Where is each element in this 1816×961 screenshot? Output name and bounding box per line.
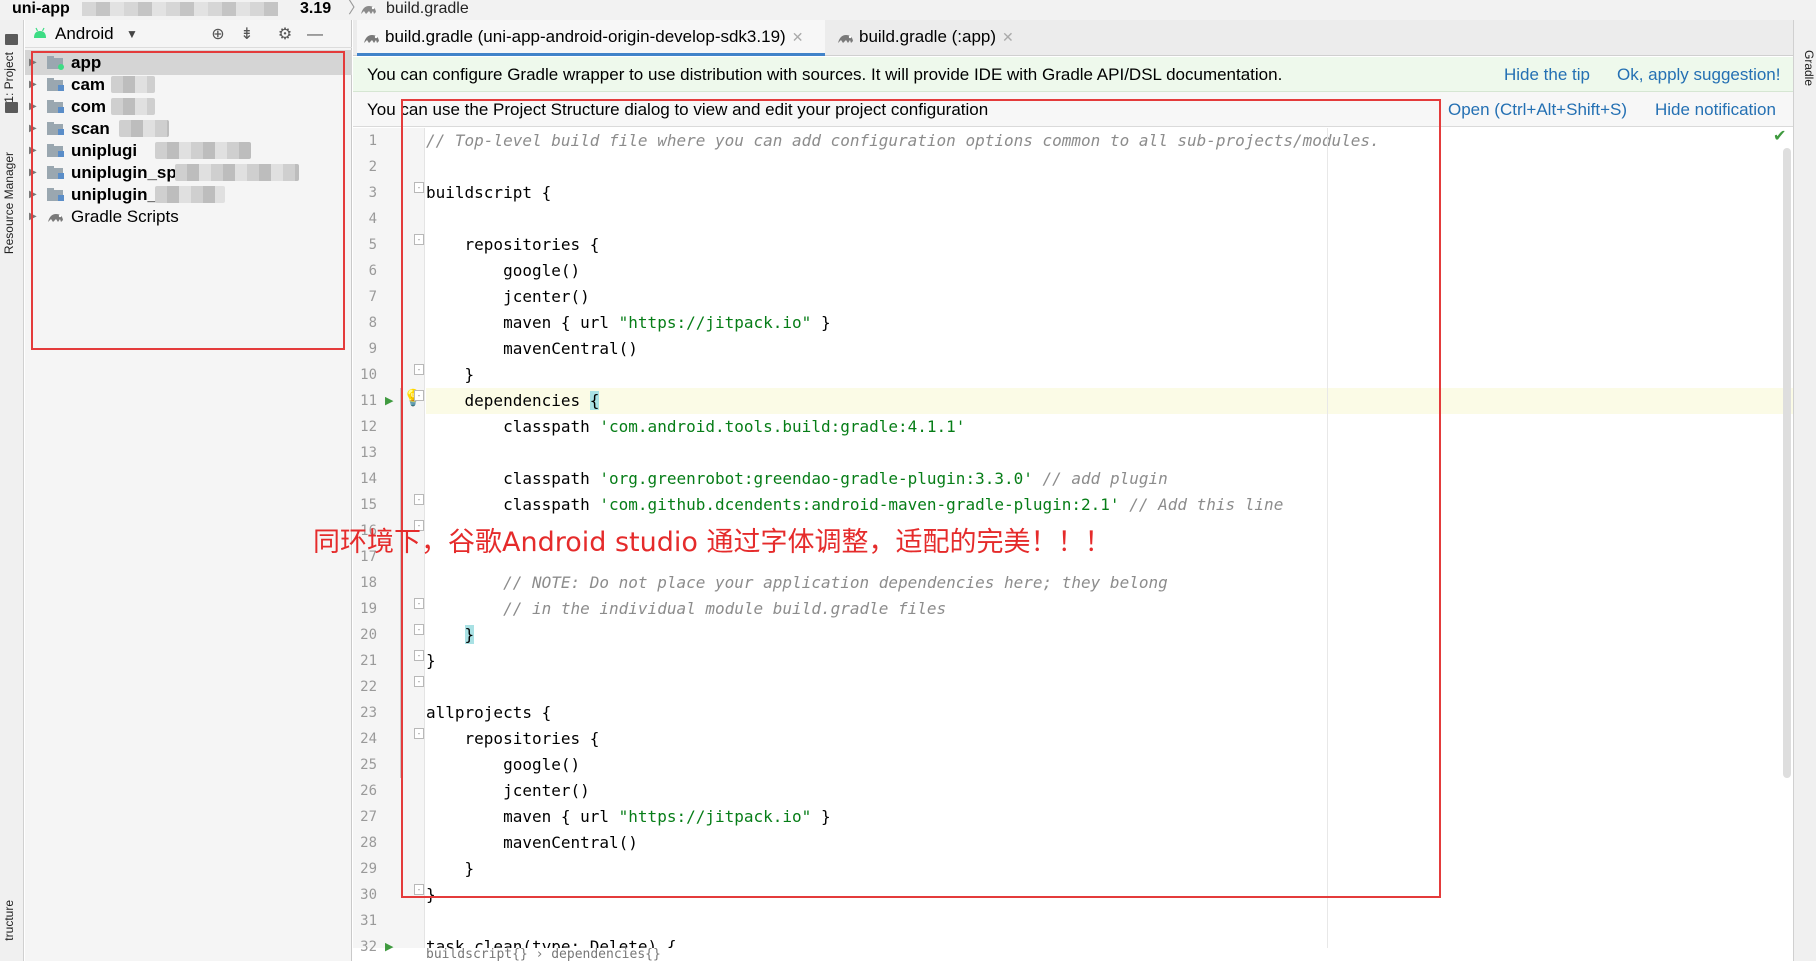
project-tool-tab[interactable]: 1: Project: [2, 52, 22, 103]
run-gutter-icon[interactable]: ▶: [385, 940, 393, 953]
folder-icon: [5, 102, 18, 113]
tab-build-gradle-app[interactable]: build.gradle (:app) ✕: [831, 20, 1043, 56]
line-number: 2: [368, 159, 377, 175]
line-number: 11: [360, 393, 377, 409]
annotation-box-code: [401, 99, 1441, 898]
check-icon: ✔: [1773, 128, 1787, 145]
line-number: 13: [360, 445, 377, 461]
project-toolbar: Android ▼ ⊕ ⇟ ⚙ —: [25, 20, 352, 48]
apply-suggestion-link[interactable]: Ok, apply suggestion!: [1617, 57, 1780, 92]
pixelated-redaction: [82, 2, 278, 16]
line-number: 31: [360, 913, 377, 929]
tab-label: build.gradle (:app): [859, 27, 997, 46]
code-line: task clean(type: Delete) {: [426, 937, 677, 948]
notification-text: You can configure Gradle wrapper to use …: [367, 65, 1283, 84]
tab-label: build.gradle (uni-app-android-origin-dev…: [385, 27, 786, 46]
gradle-icon: [364, 35, 379, 43]
chevron-down-icon[interactable]: ▼: [126, 27, 138, 41]
android-icon: [34, 27, 46, 38]
run-gutter-icon[interactable]: ▶: [385, 394, 393, 407]
locate-file-icon[interactable]: ⊕: [210, 27, 226, 43]
folder-icon: [5, 34, 18, 45]
hide-panel-icon[interactable]: —: [307, 27, 323, 43]
open-project-structure-link[interactable]: Open (Ctrl+Alt+Shift+S): [1448, 92, 1627, 127]
line-number: 25: [360, 757, 377, 773]
line-number: 12: [360, 419, 377, 435]
breadcrumb-version: 3.19: [300, 0, 332, 17]
line-number: 7: [368, 289, 377, 305]
code-breadcrumb[interactable]: buildscript{} › dependencies{}: [426, 948, 1326, 961]
line-number: 14: [360, 471, 377, 487]
line-number: 6: [368, 263, 377, 279]
close-icon[interactable]: ✕: [792, 29, 804, 45]
line-number: 30: [360, 887, 377, 903]
line-number: 15: [360, 497, 377, 513]
close-icon[interactable]: ✕: [1002, 29, 1014, 45]
line-number: 9: [368, 341, 377, 357]
annotation-box-project-tree: [31, 51, 345, 350]
line-number: 3: [368, 185, 377, 201]
line-number: 28: [360, 835, 377, 851]
line-number: 20: [360, 627, 377, 643]
right-tool-strip: Gradle: [1793, 20, 1816, 961]
line-number: 1: [368, 133, 377, 149]
line-number: 19: [360, 601, 377, 617]
line-number: 23: [360, 705, 377, 721]
hide-tip-link[interactable]: Hide the tip: [1504, 57, 1590, 92]
tab-build-gradle-project[interactable]: build.gradle (uni-app-android-origin-dev…: [357, 20, 825, 56]
vertical-scrollbar[interactable]: [1783, 148, 1791, 778]
breadcrumb-file[interactable]: build.gradle: [386, 0, 469, 18]
line-number: 8: [368, 315, 377, 331]
line-number: 10: [360, 367, 377, 383]
line-number: 32: [360, 939, 377, 955]
breadcrumb-project[interactable]: uni-app: [12, 0, 70, 18]
gradle-icon: [838, 35, 853, 43]
line-number: 26: [360, 783, 377, 799]
gradle-icon: [361, 6, 376, 14]
line-number: 18: [360, 575, 377, 591]
line-number: 27: [360, 809, 377, 825]
gradle-tool-tab[interactable]: Gradle: [1796, 50, 1816, 86]
annotation-text: 同环境下，谷歌Android studio 通过字体调整，适配的完美！！！: [313, 527, 1112, 558]
collapse-all-icon[interactable]: ⇟: [239, 27, 255, 43]
line-number: 29: [360, 861, 377, 877]
line-number: 4: [368, 211, 377, 227]
hide-notification-link[interactable]: Hide notification: [1655, 92, 1776, 127]
editor-tab-bar: build.gradle (uni-app-android-origin-dev…: [353, 20, 1816, 56]
line-number: 21: [360, 653, 377, 669]
structure-tool-tab[interactable]: tructure: [2, 900, 22, 941]
gear-icon[interactable]: ⚙: [277, 27, 293, 43]
left-tool-strip: 1: Project Resource Manager tructure: [0, 20, 24, 961]
project-view-selector[interactable]: Android: [55, 24, 114, 44]
line-number: 22: [360, 679, 377, 695]
line-number: 24: [360, 731, 377, 747]
resource-manager-tab[interactable]: Resource Manager: [2, 152, 22, 254]
gradle-wrapper-notification: You can configure Gradle wrapper to use …: [353, 57, 1816, 92]
breadcrumb: uni-app 3.19 〉 build.gradle: [0, 0, 1816, 20]
line-number: 5: [368, 237, 377, 253]
